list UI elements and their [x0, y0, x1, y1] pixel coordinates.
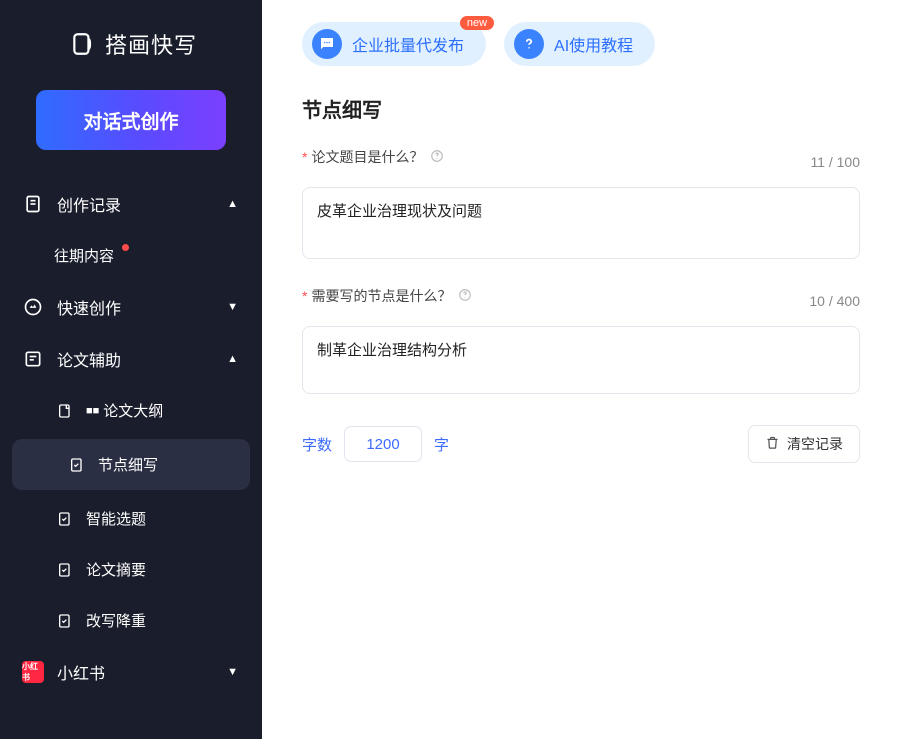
word-count-input[interactable] — [344, 426, 422, 462]
word-count-label: 字数 — [302, 434, 332, 455]
chevron-down-icon: ▼ — [227, 666, 238, 678]
note-check-icon — [68, 456, 86, 474]
pill-label: AI使用教程 — [554, 32, 633, 56]
icon-prefix: ■■ — [86, 405, 99, 417]
pill-ai-tutorial[interactable]: AI使用教程 — [504, 22, 655, 66]
chevron-up-icon: ▲ — [227, 353, 238, 365]
sidebar-item-rewrite[interactable]: 改写降重 — [0, 595, 262, 646]
note-icon — [56, 612, 74, 630]
chat-icon — [312, 29, 342, 59]
sidebar-section-quick-create[interactable]: 快速创作 ▼ — [0, 281, 262, 333]
new-badge: new — [460, 16, 494, 30]
node-topic-input[interactable] — [302, 326, 860, 394]
thesis-title-input[interactable] — [302, 187, 860, 259]
sidebar-section-label: 创作记录 — [57, 192, 121, 216]
pill-enterprise-publish[interactable]: 企业批量代发布 new — [302, 22, 486, 66]
char-counter: 10 / 400 — [809, 293, 860, 309]
top-pill-bar: 企业批量代发布 new AI使用教程 — [262, 0, 900, 82]
help-icon[interactable] — [458, 288, 472, 305]
sidebar-section-label: 快速创作 — [57, 295, 121, 319]
sidebar-section-xiaohongshu[interactable]: 小红书 小红书 ▼ — [0, 646, 262, 698]
sidebar-item-label: 论文摘要 — [86, 559, 146, 580]
word-unit-label: 字 — [434, 434, 449, 455]
dialog-create-button[interactable]: 对话式创作 — [36, 90, 226, 150]
sidebar-section-thesis-assist[interactable]: 论文辅助 ▲ — [0, 333, 262, 385]
help-icon[interactable] — [430, 149, 444, 166]
logo-icon — [70, 31, 96, 57]
required-mark: * — [302, 288, 307, 304]
clear-history-button[interactable]: 清空记录 — [748, 425, 860, 463]
sidebar-item-abstract[interactable]: 论文摘要 — [0, 544, 262, 595]
sidebar-item-label: 改写降重 — [86, 610, 146, 631]
chevron-up-icon: ▲ — [227, 198, 238, 210]
char-counter: 11 / 100 — [810, 154, 860, 170]
list-icon — [22, 348, 44, 370]
page-title: 节点细写 — [302, 94, 860, 123]
sidebar-section-label: 论文辅助 — [57, 347, 121, 371]
app-name: 搭画快写 — [105, 28, 197, 60]
sidebar-item-label: 节点细写 — [98, 454, 158, 475]
field-label-node: * 需要写的节点是什么？ — [302, 286, 472, 306]
note-icon — [56, 561, 74, 579]
document-icon — [22, 193, 44, 215]
required-mark: * — [302, 149, 307, 165]
field-label-title: * 论文题目是什么？ — [302, 147, 444, 167]
note-icon — [56, 510, 74, 528]
sidebar-section-creation-record[interactable]: 创作记录 ▲ — [0, 178, 262, 230]
question-icon — [514, 29, 544, 59]
crown-icon — [22, 296, 44, 318]
trash-icon — [765, 435, 780, 453]
note-icon — [56, 402, 74, 420]
app-logo: 搭画快写 — [0, 0, 262, 90]
sidebar-item-label: 论文大纲 — [103, 400, 163, 421]
sidebar-item-outline[interactable]: ■■ 论文大纲 — [0, 385, 262, 436]
xiaohongshu-icon: 小红书 — [22, 661, 44, 683]
clear-label: 清空记录 — [787, 434, 843, 454]
pill-label: 企业批量代发布 — [352, 32, 464, 56]
sidebar-nav: 创作记录 ▲ 往期内容 快速创作 ▼ 论文辅助 ▲ ■■ 论文大纲 节点细写 — [0, 178, 262, 739]
sidebar-item-node-detail[interactable]: 节点细写 — [12, 439, 250, 490]
sidebar-item-label: 智能选题 — [86, 508, 146, 529]
sidebar-item-label: 往期内容 — [54, 245, 114, 266]
sidebar-item-past-content[interactable]: 往期内容 — [0, 230, 262, 281]
sidebar-section-label: 小红书 — [57, 660, 105, 684]
sidebar-item-smart-topic[interactable]: 智能选题 — [0, 493, 262, 544]
chevron-down-icon: ▼ — [227, 301, 238, 313]
